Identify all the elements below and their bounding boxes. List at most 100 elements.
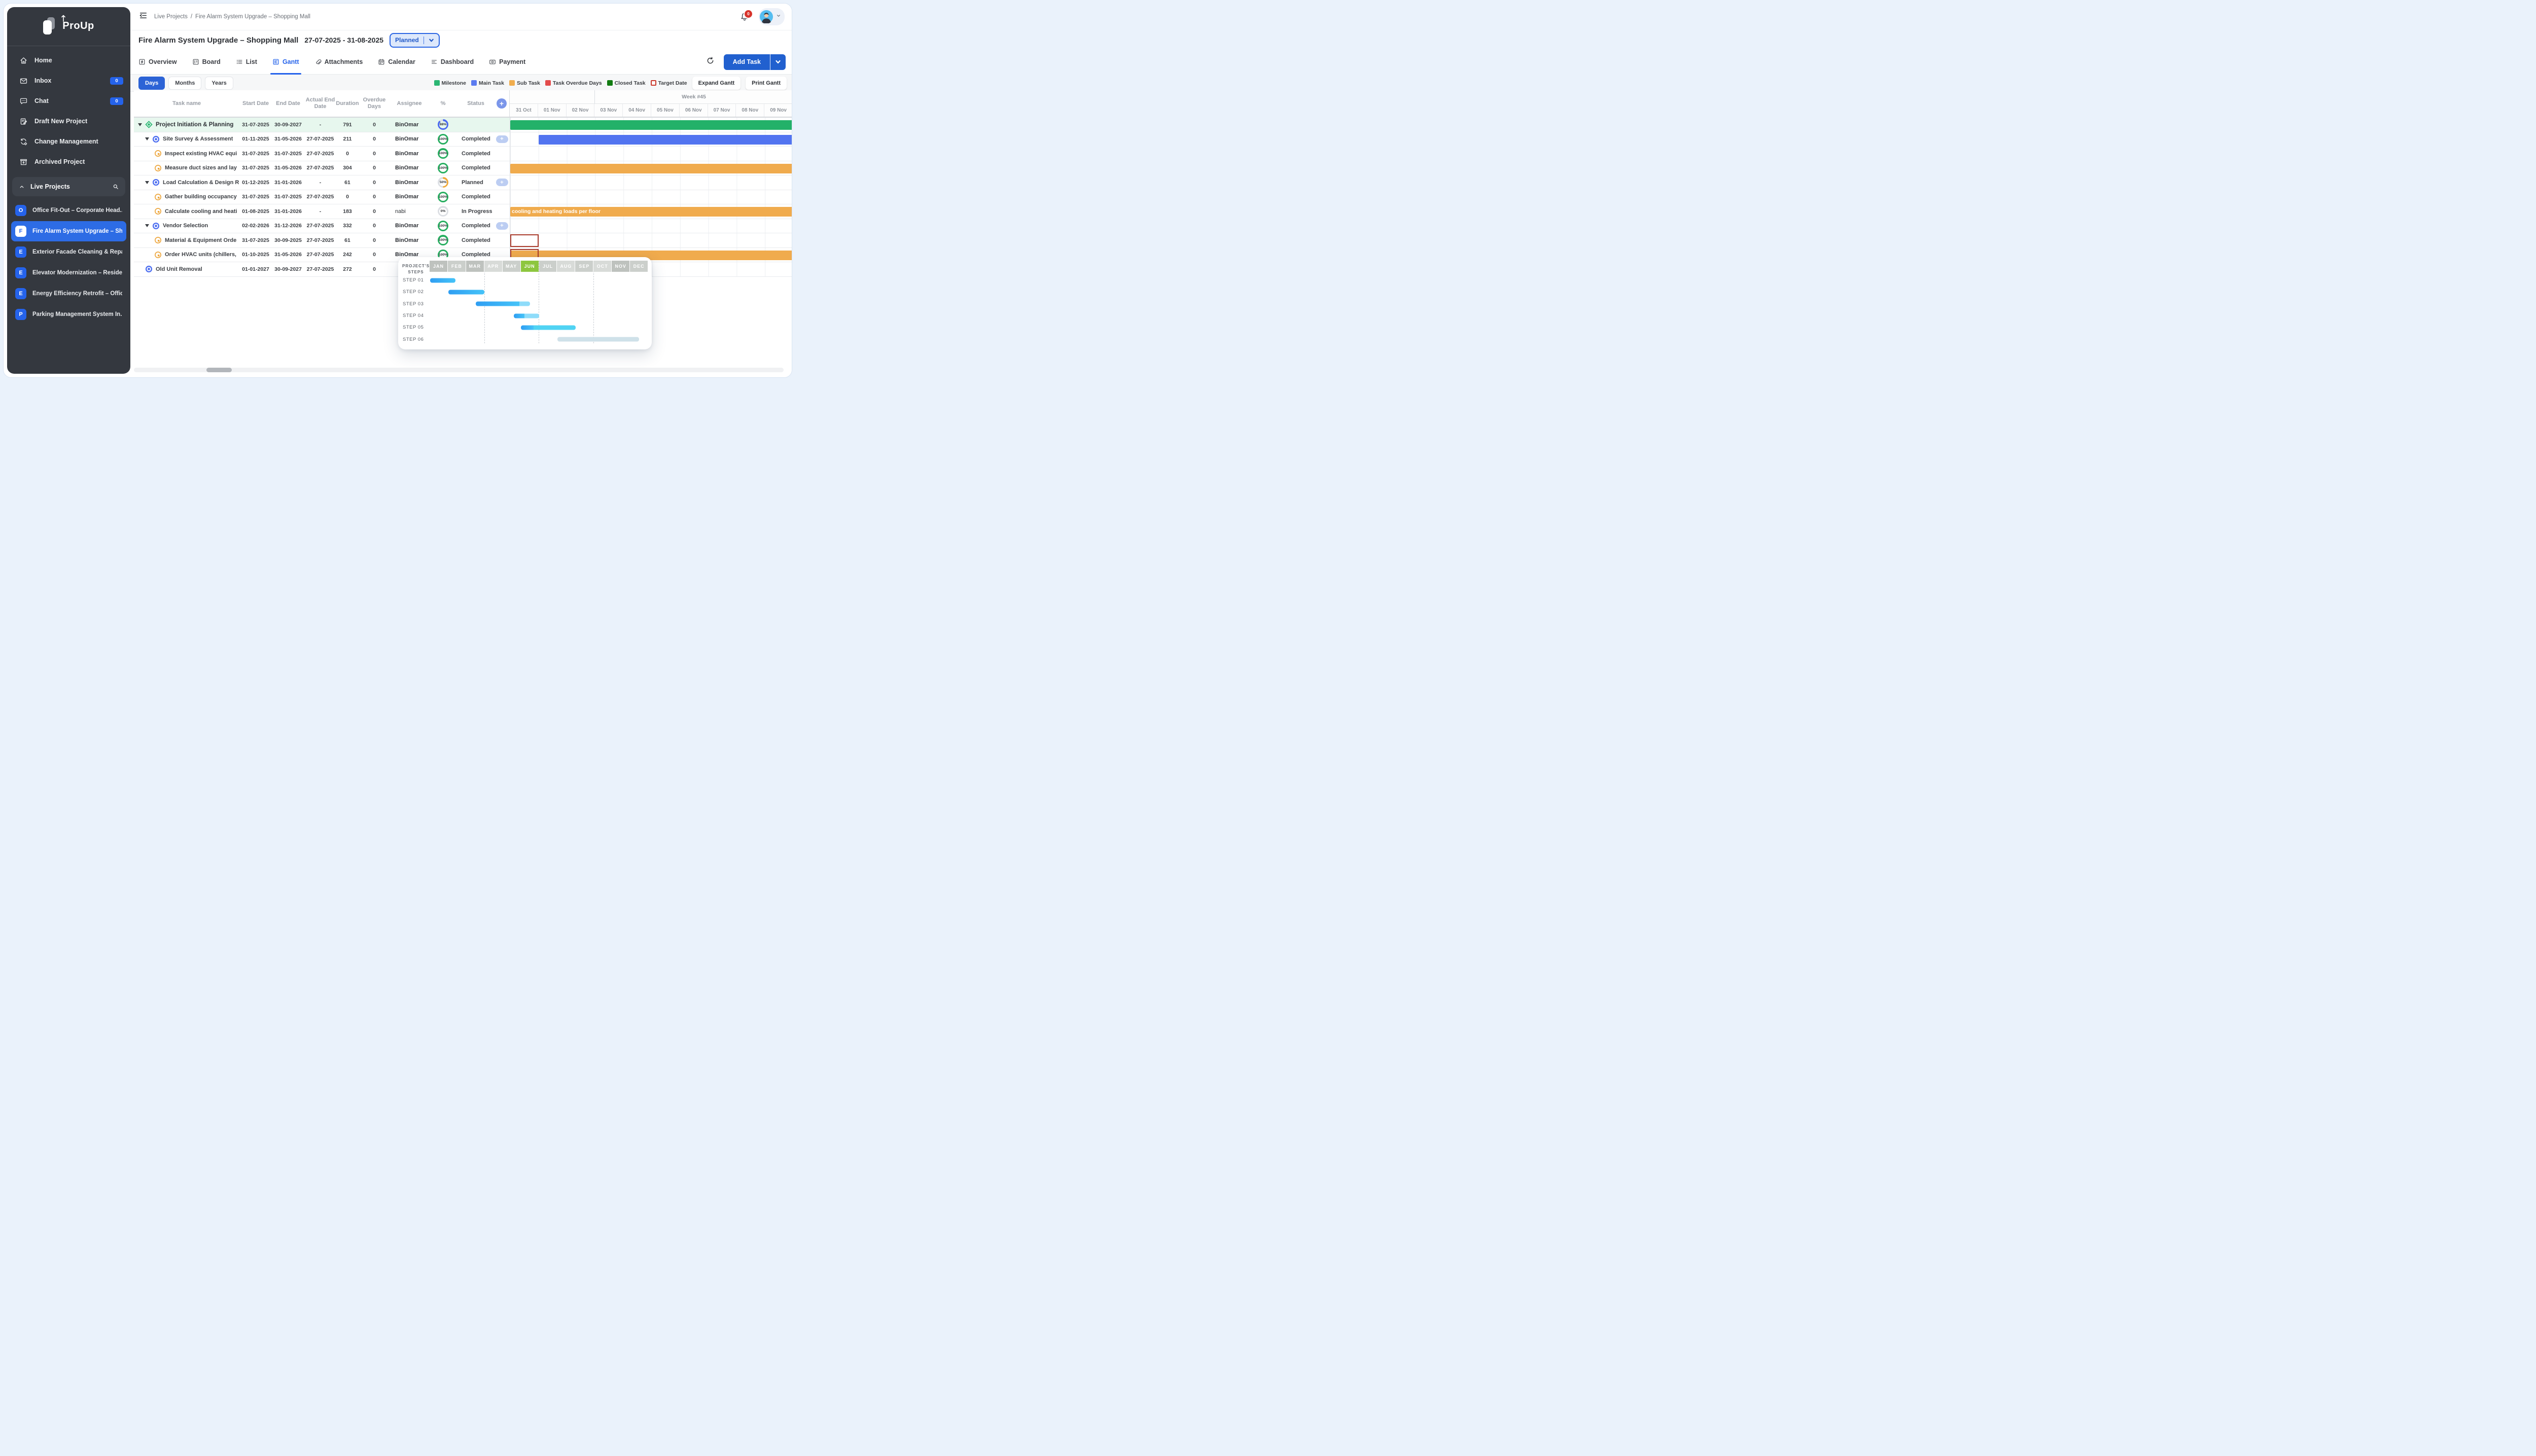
add-subtask-button[interactable]: + [496,222,508,230]
refresh-button[interactable] [706,56,715,67]
sidebar-project-energy-efficiency-retrofit-offic[interactable]: EEnergy Efficiency Retrofit – Offic... [11,283,126,304]
main-bar[interactable] [539,135,792,145]
task-row-gantt [510,161,792,176]
gantt-week-row: Week #45 [510,90,792,104]
sidebar-item-draft-new-project[interactable]: Draft New Project [7,111,130,131]
tab-overview[interactable]: Overview [138,50,177,74]
task-cell: 272 [336,262,359,276]
project-name: Office Fit-Out – Corporate Head... [32,207,122,214]
scale-button-days[interactable]: Days [138,77,165,90]
task-cell: 31-12-2026 [272,219,304,233]
target-date-box[interactable] [510,234,539,247]
sub-bar[interactable] [510,164,792,173]
tab-dashboard[interactable]: Dashboard [431,50,474,74]
table-row: Load Calculation & Design Re01-12-202531… [134,175,792,190]
add-subtask-button[interactable]: + [496,179,508,186]
sidebar-item-chat[interactable]: Chat0 [7,91,130,111]
legend-item-sub-task: Sub Task [509,80,540,86]
caret-down-icon[interactable] [138,123,142,126]
horizontal-scrollbar[interactable] [134,368,784,372]
sidebar-project-office-fit-out-corporate-head[interactable]: OOffice Fit-Out – Corporate Head... [11,200,126,221]
popup-step-track [430,334,648,345]
tab-list[interactable]: List [236,50,257,74]
status-cell: Planned [457,175,494,190]
sidebar-item-inbox[interactable]: Inbox0 [7,70,130,91]
tab-attachments[interactable]: Attachments [314,50,363,74]
breadcrumb-current: Fire Alarm System Upgrade – Shopping Mal… [195,14,310,20]
task-cell: 61 [336,233,359,247]
legend-swatch [545,80,551,86]
scale-button-months[interactable]: Months [168,77,201,90]
project-status-select[interactable]: Planned [390,33,440,48]
user-menu[interactable] [759,8,785,25]
add-subtask-button[interactable]: + [496,135,508,143]
sidebar-collapse-icon[interactable] [138,11,148,23]
task-name-cell: Measure duct sizes and lay [134,161,239,175]
task-name[interactable]: Vendor Selection [163,223,208,229]
add-column-cell: + [494,90,509,117]
sidebar-item-change-management[interactable]: Change Management [7,131,130,152]
sidebar-section-live-projects[interactable]: Live Projects [12,177,125,196]
popup-month-jun: JUN [521,261,539,272]
task-name[interactable]: Site Survey & Assessment [163,136,233,142]
scrollbar-thumb[interactable] [206,368,232,372]
popup-step-segment [448,290,485,294]
scale-button-years[interactable]: Years [205,77,233,90]
task-cell: 791 [336,118,359,132]
sidebar-project-fire-alarm-system-upgrade-sh[interactable]: FFire Alarm System Upgrade – Sh... [11,221,126,241]
add-task-button[interactable]: Add Task [724,54,770,70]
add-column-button[interactable]: + [497,98,507,109]
sidebar-item-archived-project[interactable]: Archived Project [7,152,130,172]
task-name[interactable]: Calculate cooling and heati [165,208,237,215]
popup-step-bar [448,290,485,294]
task-row-table: Project Initiation & Planning31-07-20253… [134,118,510,132]
task-name[interactable]: Gather building occupancy [165,194,237,200]
tab-payment[interactable]: Payment [489,50,525,74]
task-name[interactable]: Load Calculation & Design Re [163,180,239,186]
caret-down-icon[interactable] [145,137,149,140]
popup-step-segment [514,313,524,318]
task-name[interactable]: Project Initiation & Planning [156,122,233,128]
legend-swatch [607,80,613,86]
sidebar-project-elevator-modernization-reside[interactable]: EElevator Modernization – Reside... [11,263,126,283]
task-name[interactable]: Material & Equipment Orde [165,237,236,243]
table-header-columns: Task nameStart DateEnd DateActual End Da… [134,90,494,117]
task-name[interactable]: Inspect existing HVAC equi [165,151,237,157]
tab-gantt[interactable]: Gantt [272,50,299,74]
notifications-button[interactable]: 0 [739,12,750,22]
task-cell: 01-12-2025 [239,175,272,190]
task-cell: 0 [359,204,390,219]
page-title: Fire Alarm System Upgrade – Shopping Mal… [138,36,298,45]
sub-bar[interactable]: cooling and heating loads per floor [510,207,792,217]
popup-month-jul: JUL [539,261,557,272]
breadcrumb-live-projects[interactable]: Live Projects [154,14,188,20]
task-name[interactable]: Measure duct sizes and lay [165,165,237,171]
sidebar-project-exterior-facade-cleaning-repa[interactable]: EExterior Facade Cleaning & Repa... [11,242,126,262]
task-name[interactable]: Old Unit Removal [156,266,202,272]
search-icon[interactable] [112,183,119,190]
popup-step-segment [557,337,639,342]
caret-down-icon[interactable] [145,224,149,227]
sidebar-item-home[interactable]: Home [7,50,130,70]
task-row-table: Material & Equipment Orde31-07-202530-09… [134,233,510,248]
progress-ring: 100% [438,134,448,145]
popup-step-bar [514,313,539,318]
task-name[interactable]: Order HVAC units (chillers, [165,252,236,258]
assignee-cell: BinOmar [390,147,429,161]
expand-gantt-button[interactable]: Expand Gantt [692,77,741,90]
chevron-down-icon [776,12,782,21]
milestone-bar[interactable] [510,120,792,130]
tab-calendar[interactable]: Calendar [378,50,415,74]
add-task-dropdown-button[interactable] [770,54,786,70]
sidebar-item-label: Change Management [34,138,98,145]
assignee-cell: BinOmar [390,161,429,175]
progress-ring: 100% [438,221,448,231]
gantt-day-08-nov: 08 Nov [736,104,764,117]
caret-down-icon[interactable] [145,181,149,184]
popup-steps: STEP 01STEP 02STEP 03STEP 04STEP 05STEP … [398,274,652,345]
gantt-day-09-nov: 09 Nov [764,104,792,117]
print-gantt-button[interactable]: Print Gantt [746,77,787,90]
tab-board[interactable]: Board [192,50,221,74]
sidebar-project-parking-management-system-in[interactable]: PParking Management System In... [11,304,126,325]
gantt-week-label: Week #45 [595,90,792,103]
